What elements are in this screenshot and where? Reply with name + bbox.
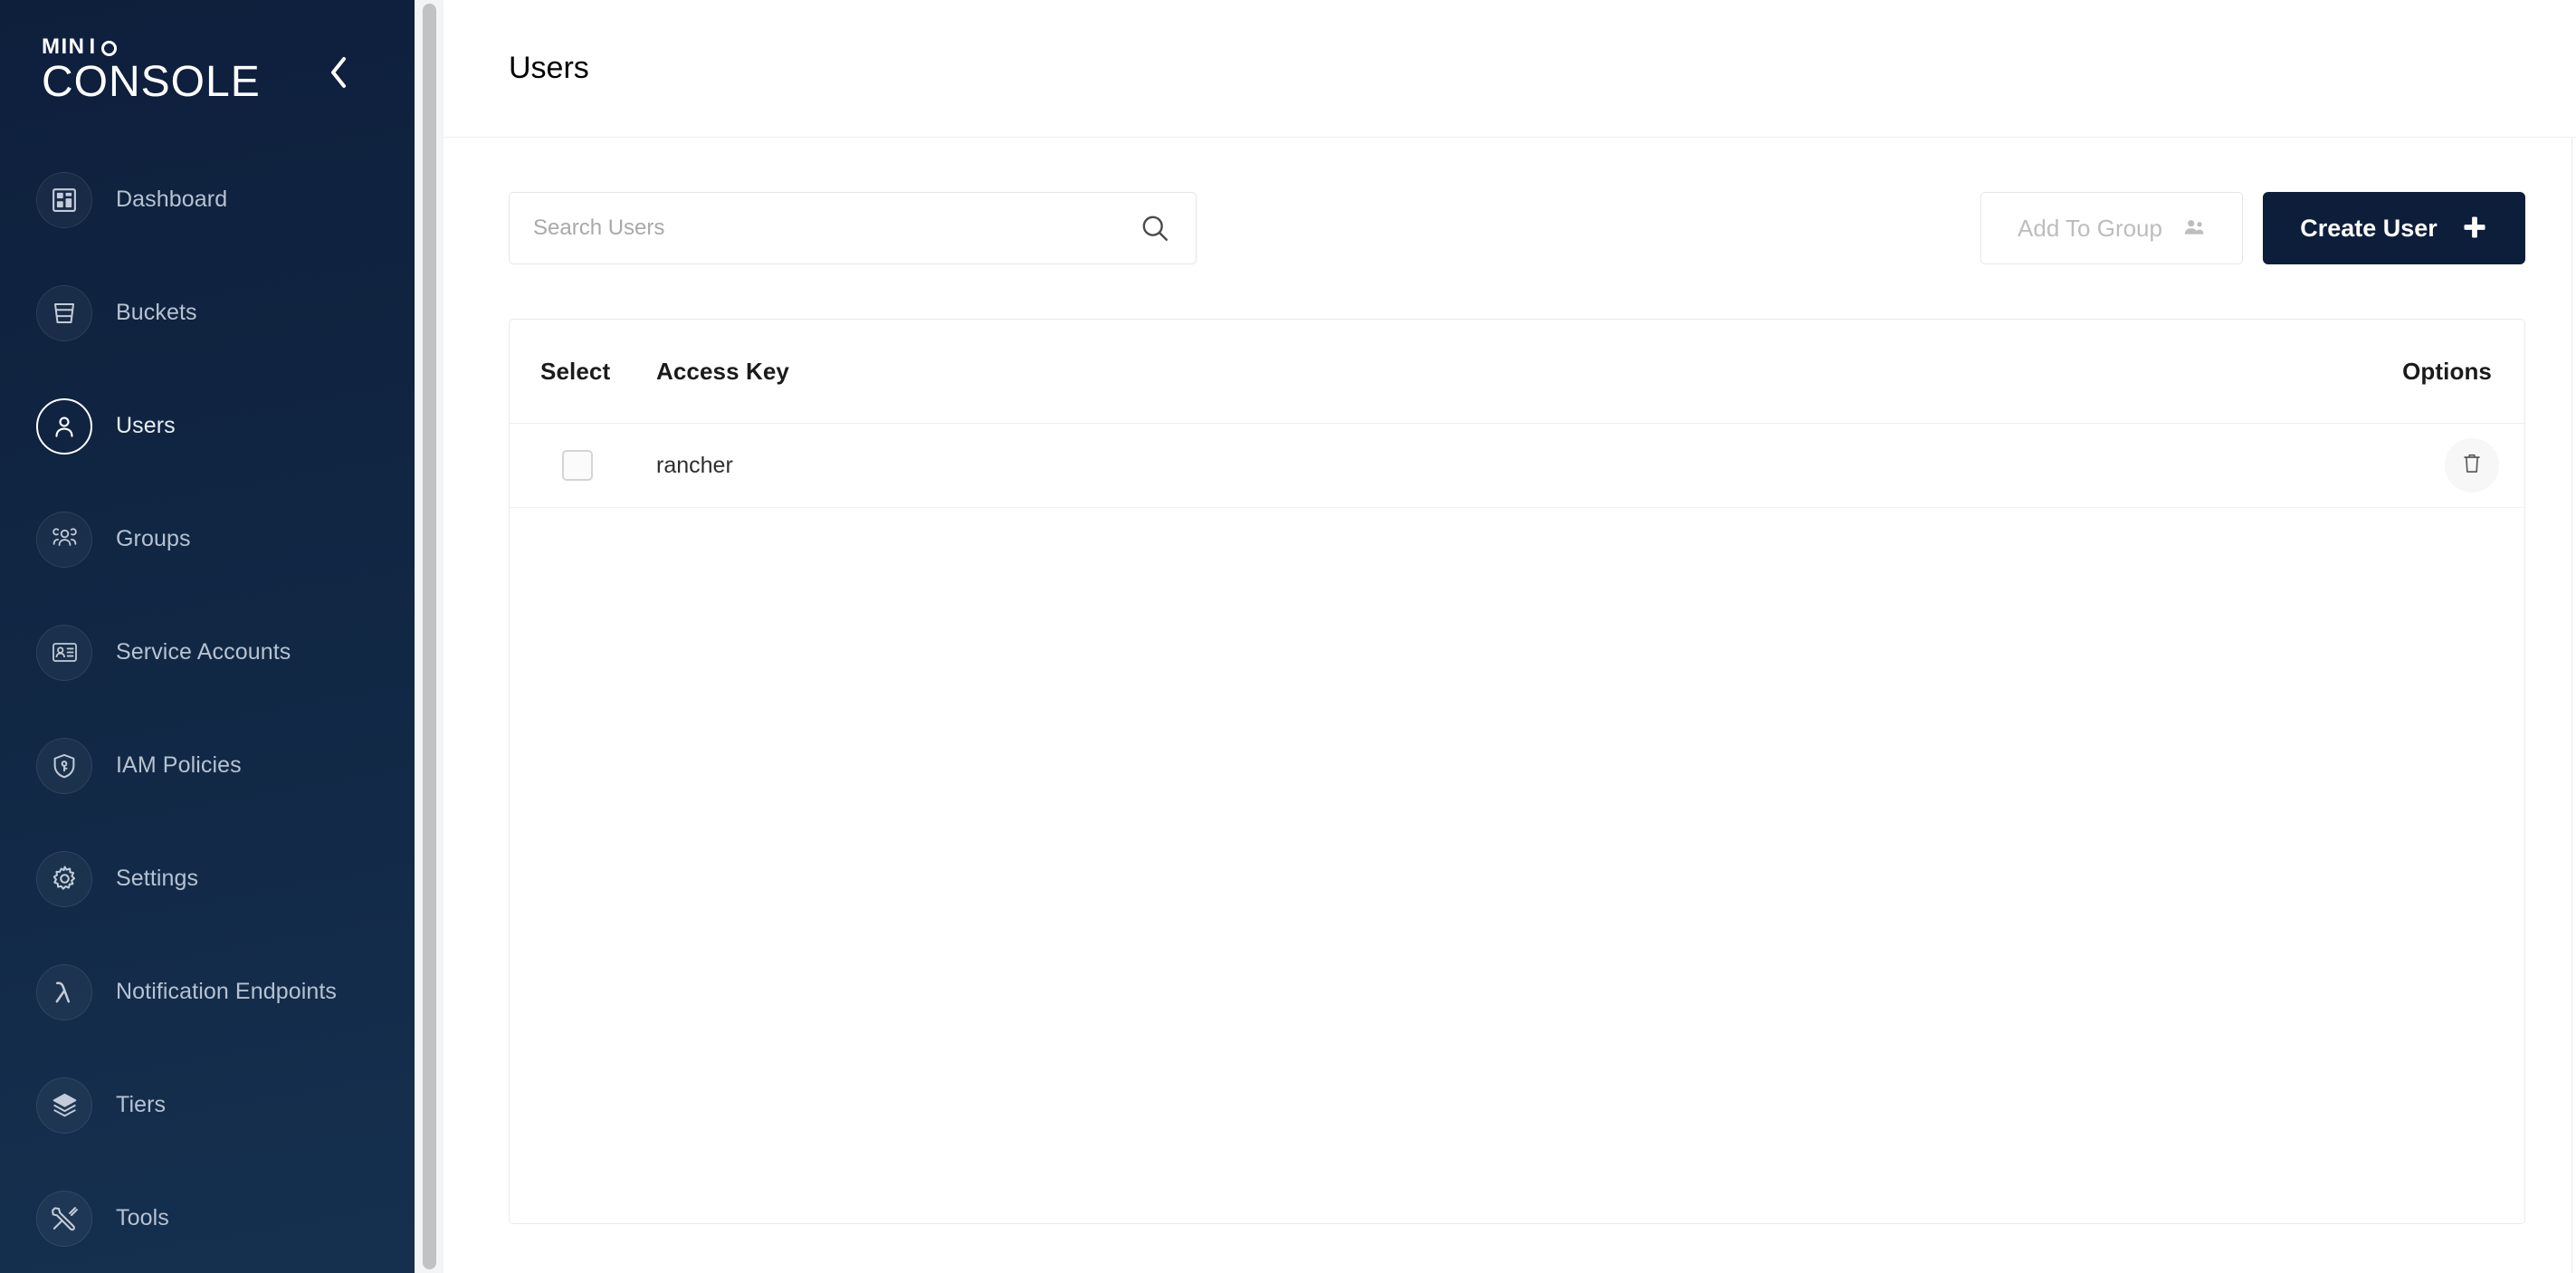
service-account-icon — [36, 625, 92, 681]
sidebar-item-tiers[interactable]: Tiers — [0, 1048, 415, 1162]
sidebar-item-label: Notification Endpoints — [116, 979, 337, 1005]
add-people-icon — [2182, 215, 2206, 242]
logo-brand-text: MIN — [42, 36, 86, 58]
search-input[interactable] — [510, 215, 1129, 241]
sidebar-item-groups[interactable]: Groups — [0, 483, 415, 596]
tools-icon — [36, 1191, 92, 1247]
main-content: Users Add To Group — [444, 0, 2576, 1273]
table-row[interactable]: rancher — [510, 424, 2524, 508]
console-wordmark: CONSOLE — [42, 60, 415, 105]
sidebar-item-label: Tools — [116, 1205, 169, 1231]
sidebar-item-label: IAM Policies — [116, 752, 242, 779]
delete-user-button[interactable] — [2445, 438, 2499, 493]
trash-icon — [2460, 451, 2484, 481]
column-header-access-key: Access Key — [640, 358, 2361, 386]
row-checkbox[interactable] — [562, 450, 593, 481]
logo-o-circle-icon — [101, 41, 117, 56]
dashboard-icon — [36, 172, 92, 228]
sidebar-item-label: Tiers — [116, 1092, 166, 1118]
sidebar-item-tools[interactable]: Tools — [0, 1162, 415, 1273]
sidebar-item-label: Settings — [116, 866, 198, 892]
layers-icon — [36, 1077, 92, 1134]
search-users-box[interactable] — [509, 192, 1197, 264]
sidebar-item-label: Buckets — [116, 300, 197, 326]
sidebar-item-dashboard[interactable]: Dashboard — [0, 143, 415, 256]
column-header-options: Options — [2361, 358, 2524, 386]
chevron-left-icon — [327, 54, 350, 91]
row-access-key: rancher — [640, 453, 2361, 479]
sidebar-collapse-button[interactable] — [319, 53, 358, 92]
content-area: Add To Group Create User — [444, 138, 2576, 1273]
sidebar-scrollbar-track[interactable] — [415, 0, 444, 1273]
toolbar: Add To Group Create User — [509, 192, 2525, 264]
sidebar-item-buckets[interactable]: Buckets — [0, 256, 415, 369]
add-to-group-label: Add To Group — [2018, 215, 2162, 243]
page-title: Users — [509, 51, 589, 86]
logo-i-letter: I — [90, 36, 97, 58]
sidebar: MIN I CONSOLE — [0, 0, 415, 1273]
groups-icon — [36, 512, 92, 568]
create-user-label: Create User — [2300, 215, 2438, 243]
brand-block: MIN I CONSOLE — [0, 0, 415, 138]
user-icon — [36, 398, 92, 455]
lambda-icon — [36, 964, 92, 1020]
sidebar-item-iam-policies[interactable]: IAM Policies — [0, 709, 415, 822]
sidebar-item-label: Service Accounts — [116, 639, 291, 665]
sidebar-item-label: Dashboard — [116, 187, 227, 213]
search-icon[interactable] — [1129, 213, 1196, 244]
sidebar-item-notification-endpoints[interactable]: Notification Endpoints — [0, 935, 415, 1048]
row-select-cell — [540, 450, 640, 481]
bucket-icon — [36, 285, 92, 341]
create-user-button[interactable]: Create User — [2263, 192, 2525, 264]
gear-icon — [36, 851, 92, 907]
add-to-group-button[interactable]: Add To Group — [1980, 192, 2243, 264]
plus-icon — [2461, 214, 2488, 244]
table-body: rancher — [510, 424, 2524, 508]
row-options-cell — [2361, 438, 2524, 493]
minio-logo: MIN I — [42, 36, 415, 58]
app-root: MIN I CONSOLE — [0, 0, 2576, 1273]
users-table: Select Access Key Options rancher — [509, 319, 2525, 1224]
sidebar-item-service-accounts[interactable]: Service Accounts — [0, 596, 415, 709]
sidebar-item-users[interactable]: Users — [0, 369, 415, 483]
sidebar-item-label: Users — [116, 413, 176, 439]
table-header-row: Select Access Key Options — [510, 320, 2524, 424]
toolbar-actions: Add To Group Create User — [1980, 192, 2525, 264]
column-header-select: Select — [540, 358, 640, 386]
page-header: Users — [444, 0, 2576, 138]
shield-key-icon — [36, 738, 92, 794]
sidebar-scrollbar-thumb[interactable] — [423, 4, 436, 1269]
sidebar-item-label: Groups — [116, 526, 191, 552]
sidebar-nav: Dashboard Buckets — [0, 143, 415, 1273]
sidebar-item-settings[interactable]: Settings — [0, 822, 415, 935]
